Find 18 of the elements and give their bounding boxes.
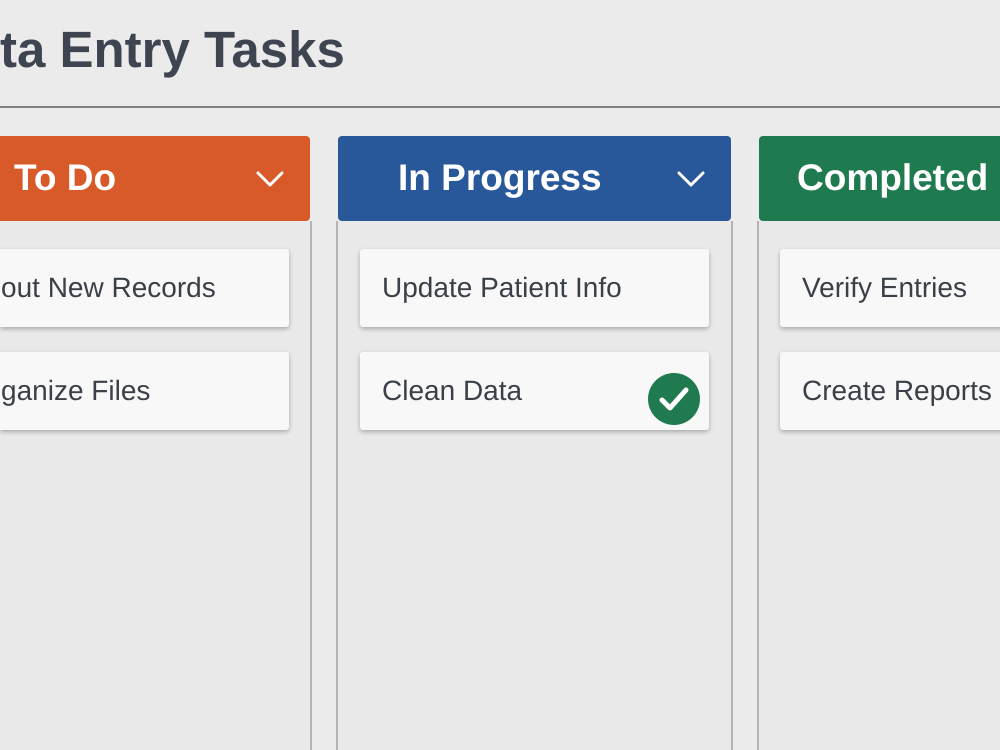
chevron-down-icon[interactable]	[256, 170, 284, 186]
task-title: ganize Files	[1, 374, 150, 408]
task-card[interactable]: ganize Files	[0, 352, 289, 430]
task-card[interactable]: out New Records	[0, 249, 289, 327]
task-title: Clean Data	[382, 374, 522, 408]
task-card[interactable]: Clean Data	[360, 352, 709, 430]
column-title: In Progress	[398, 156, 602, 200]
task-title: Verify Entries	[802, 271, 967, 305]
column-title: To Do	[14, 156, 116, 200]
task-card[interactable]: Create Reports	[780, 352, 1000, 430]
task-card[interactable]: Update Patient Info	[360, 249, 709, 327]
task-title: Create Reports	[802, 374, 992, 408]
task-card[interactable]: Verify Entries	[780, 249, 1000, 327]
task-title: out New Records	[1, 271, 216, 305]
chevron-down-icon[interactable]	[677, 170, 705, 186]
page-title: ta Entry Tasks	[0, 21, 346, 79]
column-title: Completed	[797, 156, 988, 200]
task-title: Update Patient Info	[382, 271, 622, 305]
